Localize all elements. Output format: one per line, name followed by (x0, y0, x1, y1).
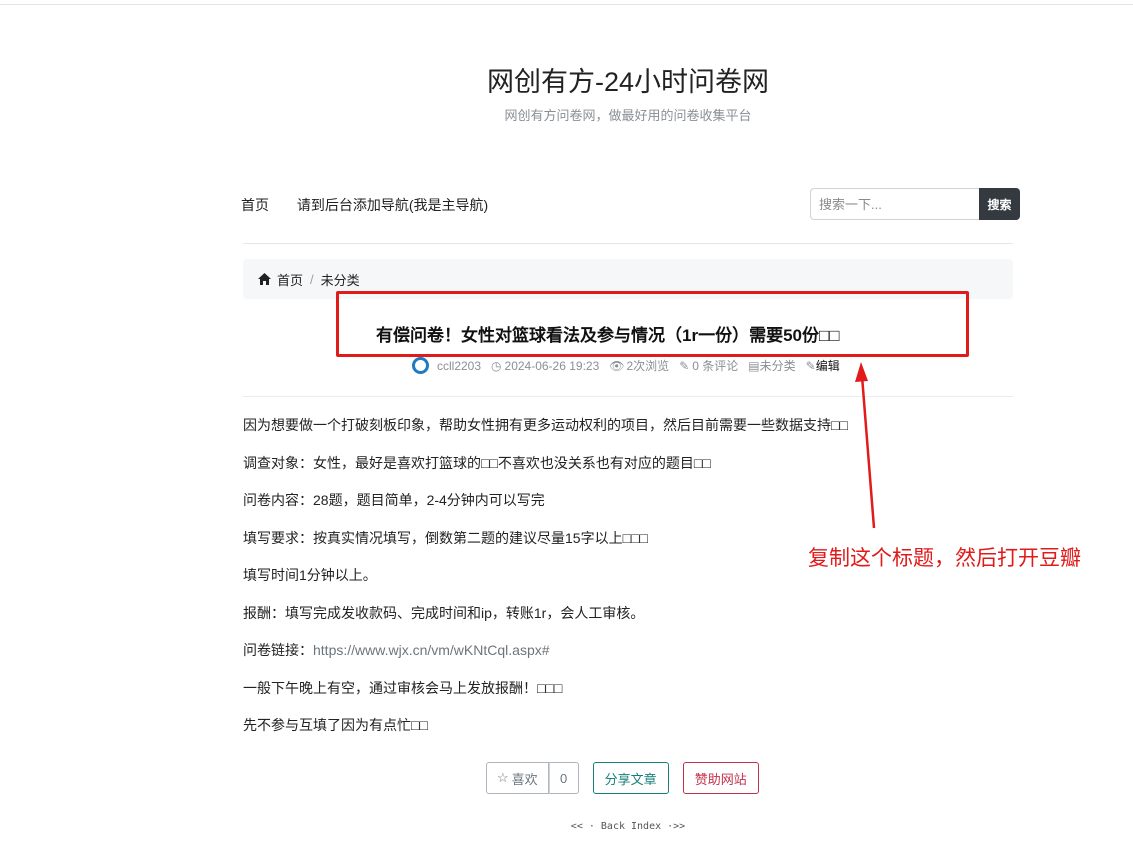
annotation-arrow-icon (855, 362, 876, 529)
